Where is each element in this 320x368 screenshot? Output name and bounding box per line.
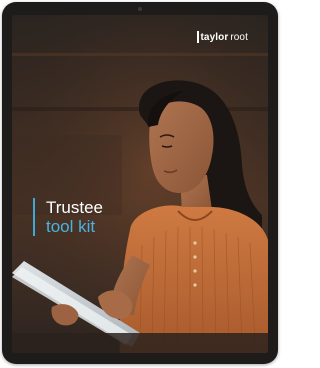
taylor-root-logo: taylor root: [197, 30, 248, 44]
shirt-button: [193, 255, 197, 259]
woman-using-tablet-photo: [12, 15, 268, 353]
shirt-button: [193, 269, 197, 273]
title-line-trustee: Trustee: [46, 198, 104, 217]
cover-title: Trustee tool kit: [33, 198, 103, 236]
logo-word-root: root: [230, 31, 248, 43]
title-line-tool-kit: tool kit: [46, 217, 96, 236]
shirt-button: [193, 241, 197, 245]
table-edge: [12, 333, 268, 353]
shirt-button: [193, 283, 197, 287]
cover-screen: taylor root Trustee tool kit: [12, 15, 268, 353]
front-camera-dot: [138, 7, 142, 11]
tablet-device-frame: taylor root Trustee tool kit: [2, 2, 278, 364]
title-accent-rule: [33, 198, 35, 236]
background-shelf-top: [12, 53, 268, 56]
logo-word-taylor: taylor: [200, 31, 229, 43]
logo-bar: [197, 31, 199, 43]
